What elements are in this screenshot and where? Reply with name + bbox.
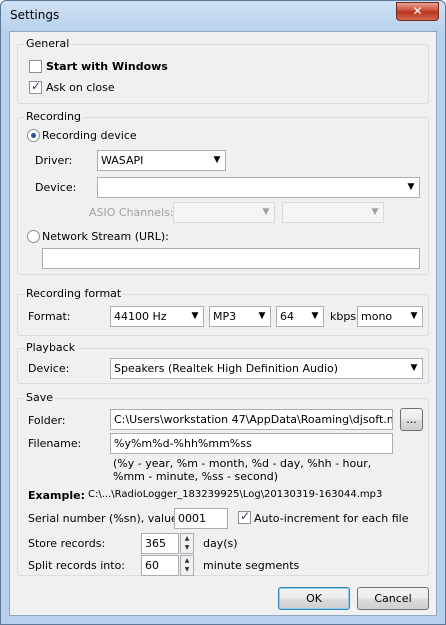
driver-label: Driver: <box>35 154 73 167</box>
window-title: Settings <box>10 8 60 22</box>
close-button[interactable]: ✕ <box>396 2 439 21</box>
split-records-unit: minute segments <box>203 559 300 572</box>
spin-down-icon[interactable]: ▼ <box>181 565 193 574</box>
filename-label: Filename: <box>28 437 82 450</box>
recording-format-group: Recording format Format: 44100 Hz ▼ MP3 … <box>17 287 429 336</box>
device-label: Device: <box>35 181 77 194</box>
channels-value: mono <box>361 310 393 323</box>
chevron-down-icon: ▼ <box>410 363 418 373</box>
codec-value: MP3 <box>213 310 237 323</box>
browse-folder-button[interactable]: ... <box>400 408 423 431</box>
bitrate-value: 64 <box>280 310 294 323</box>
split-records-label: Split records into: <box>28 559 126 572</box>
folder-label: Folder: <box>28 414 66 427</box>
channels-select[interactable]: mono ▼ <box>357 306 423 327</box>
filename-input[interactable]: %y%m%d-%hh%mm%ss <box>110 433 393 454</box>
auto-increment-label: Auto-increment for each file <box>254 512 409 525</box>
store-records-label: Store records: <box>28 537 106 550</box>
playback-legend: Playback <box>24 341 78 354</box>
sample-rate-select[interactable]: 44100 Hz ▼ <box>110 306 204 327</box>
ask-on-close-label: Ask on close <box>46 81 115 94</box>
auto-increment-checkbox[interactable] <box>238 509 251 524</box>
filename-hint-line-2: %mm - minute, %ss - second) <box>113 470 279 483</box>
example-value: C:\...\RadioLogger_183239925\Log\2013031… <box>88 489 383 500</box>
asio-channels-label: ASIO Channels: <box>89 206 174 219</box>
chevron-down-icon: ▼ <box>410 311 418 321</box>
network-stream-label: Network Stream (URL): <box>42 230 169 243</box>
kbps-label: kbps <box>330 310 357 323</box>
save-legend: Save <box>24 391 56 404</box>
dialog-body: General Start with Windows Ask on close … <box>9 31 437 616</box>
recording-format-legend: Recording format <box>24 287 124 300</box>
chevron-down-icon: ▼ <box>213 155 221 165</box>
driver-select[interactable]: WASAPI ▼ <box>97 150 226 171</box>
settings-window: Settings ✕ General Start with Windows As… <box>0 0 446 625</box>
title-bar[interactable]: Settings ✕ <box>1 1 445 31</box>
store-records-input[interactable]: 365 <box>141 533 179 554</box>
general-group: General Start with Windows Ask on close <box>17 37 429 104</box>
store-records-unit: day(s) <box>203 537 238 550</box>
asio-channel-2-select[interactable]: ▼ <box>282 202 384 223</box>
serial-number-label: Serial number (%sn), value: <box>28 512 182 525</box>
recording-device-radio[interactable] <box>27 129 40 142</box>
sample-rate-value: 44100 Hz <box>114 310 167 323</box>
playback-device-select[interactable]: Speakers (Realtek High Definition Audio)… <box>110 358 423 379</box>
start-with-windows-checkbox[interactable] <box>29 60 42 73</box>
recording-device-label: Recording device <box>42 129 137 142</box>
playback-device-label: Device: <box>28 362 70 375</box>
asio-channel-1-select[interactable]: ▼ <box>173 202 275 223</box>
chevron-down-icon: ▼ <box>258 311 266 321</box>
ask-on-close-checkbox[interactable] <box>29 79 42 94</box>
recording-legend: Recording <box>24 110 84 123</box>
save-group: Save Folder: C:\Users\workstation 47\App… <box>17 391 429 576</box>
example-label: Example: <box>28 489 85 502</box>
split-records-spinner[interactable]: ▲ ▼ <box>180 555 194 576</box>
format-label: Format: <box>28 310 71 323</box>
serial-number-input[interactable]: 0001 <box>174 508 228 529</box>
cancel-button[interactable]: Cancel <box>357 587 429 610</box>
folder-input[interactable]: C:\Users\workstation 47\AppData\Roaming\… <box>110 409 393 430</box>
bitrate-select[interactable]: 64 ▼ <box>276 306 324 327</box>
recording-group: Recording Recording device Driver: WASAP… <box>17 110 429 275</box>
chevron-down-icon: ▼ <box>371 207 379 217</box>
chevron-down-icon: ▼ <box>407 182 415 192</box>
ok-button[interactable]: OK <box>278 587 350 610</box>
chevron-down-icon: ▼ <box>262 207 270 217</box>
spin-up-icon[interactable]: ▲ <box>181 534 193 543</box>
chevron-down-icon: ▼ <box>191 311 199 321</box>
start-with-windows-label: Start with Windows <box>46 60 168 73</box>
codec-select[interactable]: MP3 ▼ <box>209 306 271 327</box>
store-records-spinner[interactable]: ▲ ▼ <box>180 533 194 554</box>
device-select[interactable]: ▼ <box>97 177 420 198</box>
general-legend: General <box>24 37 72 50</box>
filename-hint-line-1: (%y - year, %m - month, %d - day, %hh - … <box>113 457 372 470</box>
network-stream-url-input[interactable] <box>42 248 420 269</box>
playback-group: Playback Device: Speakers (Realtek High … <box>17 341 429 384</box>
driver-value: WASAPI <box>101 154 144 167</box>
spin-up-icon[interactable]: ▲ <box>181 556 193 565</box>
split-records-input[interactable]: 60 <box>141 555 179 576</box>
spin-down-icon[interactable]: ▼ <box>181 543 193 552</box>
playback-device-value: Speakers (Realtek High Definition Audio) <box>114 362 339 375</box>
chevron-down-icon: ▼ <box>311 311 319 321</box>
network-stream-radio[interactable] <box>27 230 40 243</box>
